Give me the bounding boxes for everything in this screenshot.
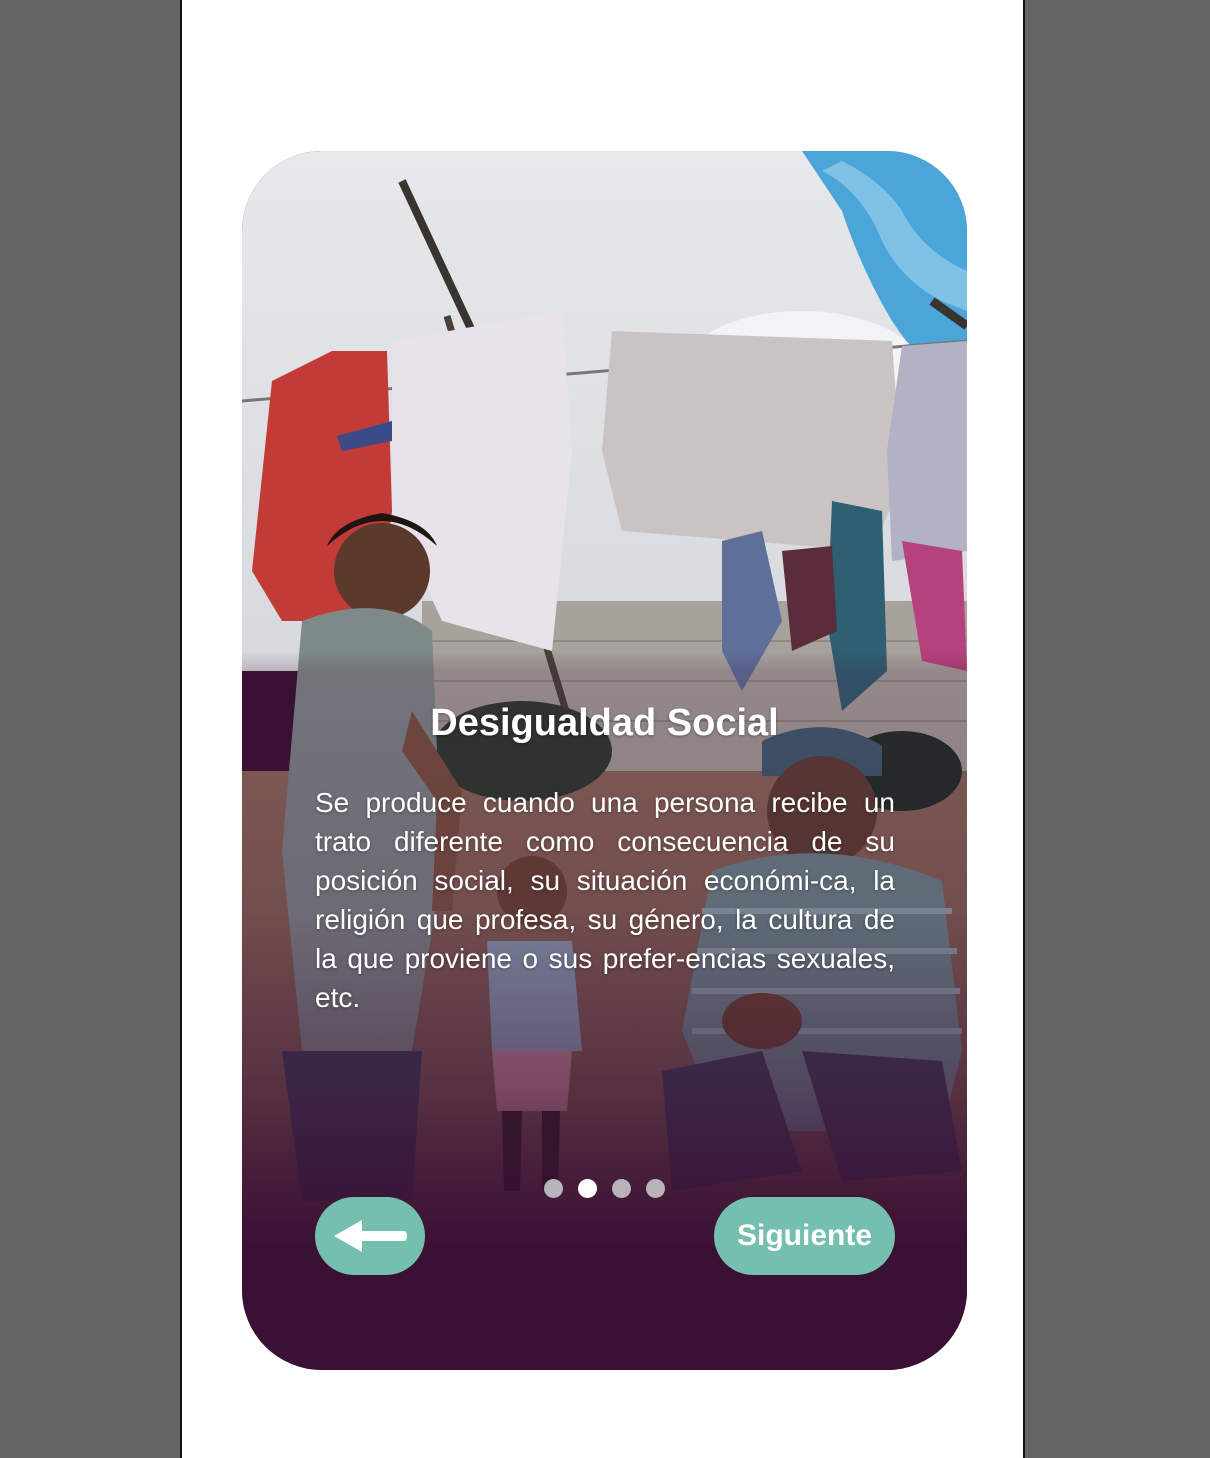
onboarding-card: Desigualdad Social Se produce cuando una… [242, 151, 967, 1370]
phone-screen: Desigualdad Social Se produce cuando una… [180, 0, 1025, 1458]
next-button[interactable]: Siguiente [714, 1197, 895, 1275]
slide-description: Se produce cuando una persona recibe un … [315, 787, 895, 1013]
pagination-dot-2[interactable] [578, 1179, 597, 1198]
slide-title: Desigualdad Social [430, 702, 779, 744]
pagination-dots [544, 1179, 665, 1199]
pagination-dot-4[interactable] [646, 1179, 665, 1198]
arrow-left-icon [334, 1220, 407, 1252]
pagination-dot-3[interactable] [612, 1179, 631, 1198]
pagination-dot-1[interactable] [544, 1179, 563, 1198]
back-button[interactable] [315, 1197, 425, 1275]
